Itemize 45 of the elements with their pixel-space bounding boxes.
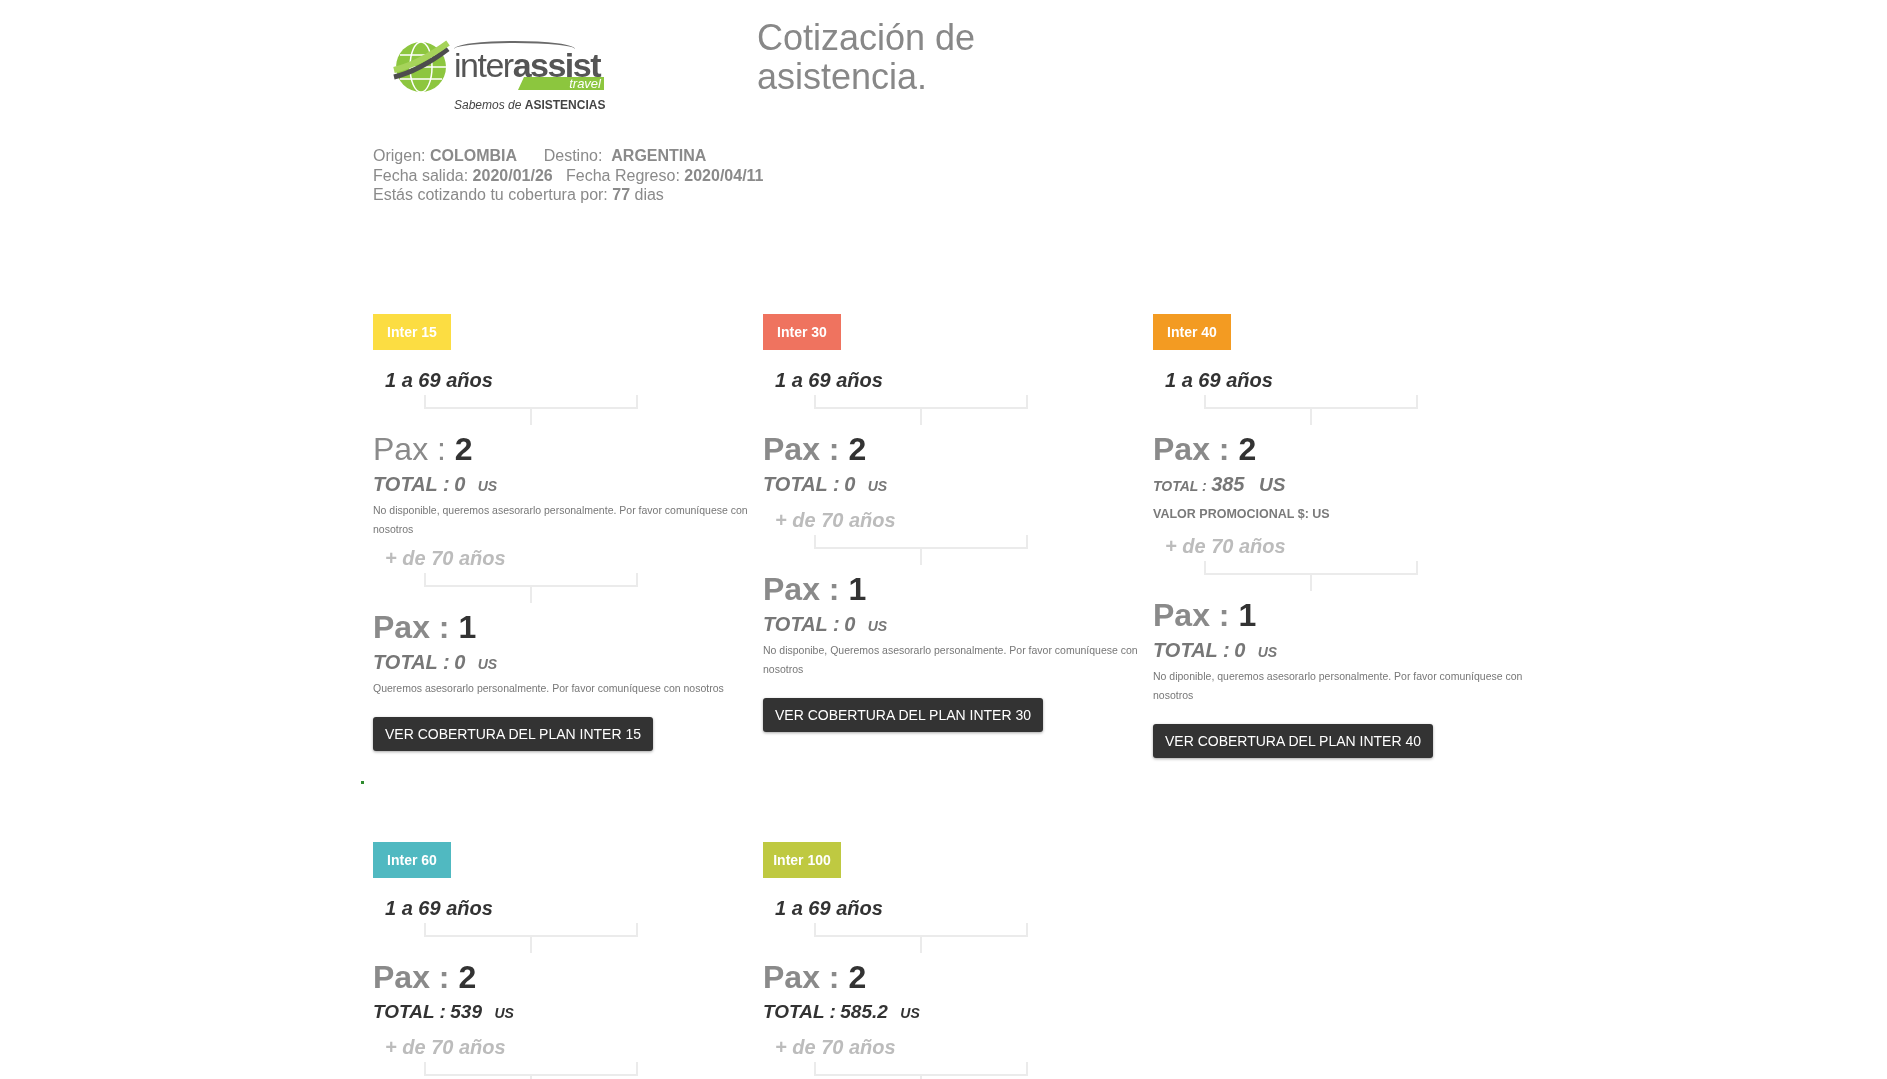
age-range-heading: 1 a 69 años [384, 895, 493, 921]
age-range-heading: + de 70 años [1164, 533, 1286, 559]
pax-count: Pax : 2 [1153, 429, 1257, 468]
plan-tag: Inter 60 [373, 841, 451, 878]
plan-tag: Inter 30 [763, 313, 841, 350]
trip-info-line: Origen: COLOMBIA Destino: ARGENTINA [373, 146, 707, 166]
total-price: TOTAL : 0 US [763, 471, 888, 497]
total-price: TOTAL : 539 US [373, 999, 514, 1024]
pax-count: Pax : 1 [373, 607, 477, 646]
logo-tagline: Sabemos de ASISTENCIAS [454, 97, 606, 113]
total-price: TOTAL : 0 US [373, 649, 498, 675]
age-range-heading: + de 70 años [384, 545, 506, 571]
pax-count: Pax : 2 [763, 429, 867, 468]
total-price: TOTAL : 585.2 US [763, 999, 920, 1024]
total-price: TOTAL : 0 US [373, 471, 498, 497]
coverage-button[interactable]: VER COBERTURA DEL PLAN INTER 15 [373, 716, 653, 751]
total-price: TOTAL : 0 US [763, 611, 888, 637]
total-price: TOTAL : 385 US [1153, 471, 1286, 497]
coverage-button[interactable]: VER COBERTURA DEL PLAN INTER 40 [1153, 723, 1433, 758]
trip-info-line: Fecha salida: 2020/01/26 Fecha Regreso: 2020/04/11 [373, 165, 764, 185]
total-price: TOTAL : 0 US [1153, 637, 1278, 663]
plan-tag: Inter 100 [763, 841, 841, 878]
age-range-heading: + de 70 años [774, 1034, 896, 1060]
globe-icon [391, 39, 451, 95]
coverage-button[interactable]: VER COBERTURA DEL PLAN INTER 30 [763, 697, 1043, 732]
age-range-heading: + de 70 años [384, 1034, 506, 1060]
age-range-heading: 1 a 69 años [384, 367, 493, 393]
plan-note: Queremos asesorarlo personalmente. Por favor comuníquese con nosotros [373, 680, 725, 696]
age-range-heading: 1 a 69 años [774, 895, 883, 921]
plan-tag: Inter 15 [373, 313, 451, 350]
trip-info-line: Estás cotizando tu cobertura por: 77 dias [373, 185, 664, 205]
pax-count: Pax : 1 [763, 569, 867, 608]
page-title: Cotización de asistencia. [757, 18, 977, 96]
pax-count: Pax : 2 [373, 957, 477, 996]
pax-count: Pax : 2 [763, 957, 867, 996]
plan-note: No diponible, queremos asesorarlo personalmente. Por favor comuníquese con nosotros [1153, 668, 1524, 703]
plan-note: No disponibe, Queremos asesorarlo personalmente. Por favor comuníquese con nosotros [763, 642, 1139, 677]
plan-note: No disponible, queremos asesorarlo personalmente. Por favor comuníquese con nosotros [373, 502, 749, 537]
age-range-heading: 1 a 69 años [774, 367, 883, 393]
age-range-heading: + de 70 años [774, 507, 896, 533]
promo-text: VALOR PROMOCIONAL $: US [1153, 505, 1330, 523]
plan-tag: Inter 40 [1153, 313, 1231, 350]
pax-count: Pax : 2 [373, 429, 473, 468]
age-range-heading: 1 a 69 años [1164, 367, 1273, 393]
pax-count: Pax : 1 [1153, 595, 1257, 634]
